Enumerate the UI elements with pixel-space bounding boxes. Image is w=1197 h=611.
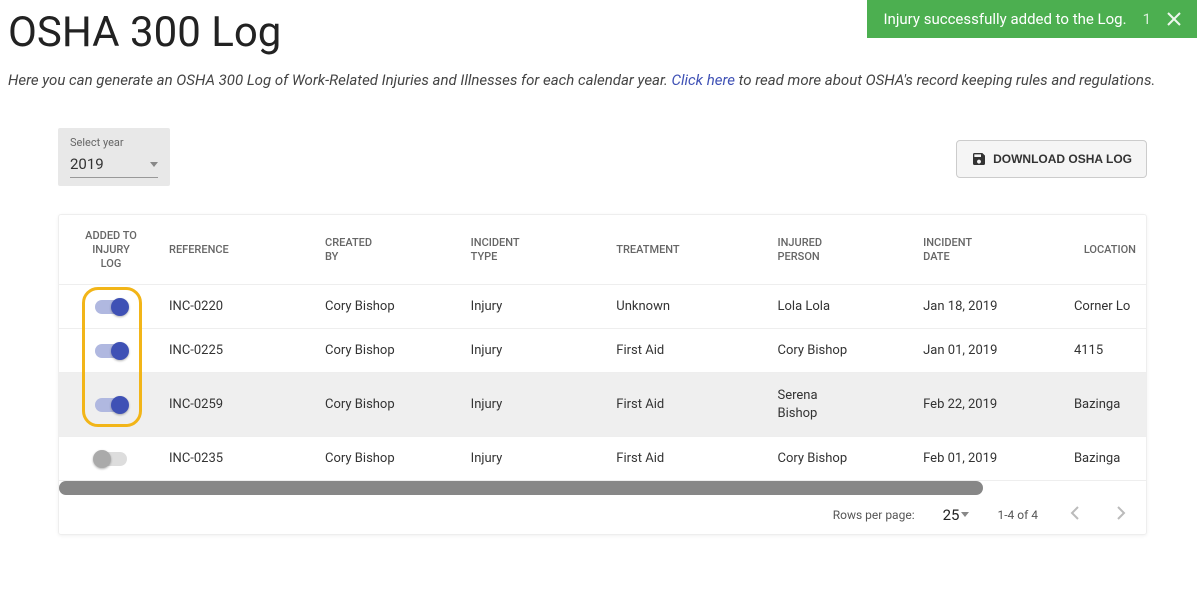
cell-incident_type: Injury — [465, 373, 611, 437]
subtitle-link[interactable]: Click here — [672, 71, 735, 89]
cell-location: 4115 — [1068, 329, 1146, 373]
chevron-down-icon — [150, 162, 158, 167]
cell-incident_type: Injury — [465, 437, 611, 481]
cell-incident_type: Injury — [465, 329, 611, 373]
year-select-value: 2019 — [70, 155, 104, 173]
horizontal-scrollbar[interactable] — [59, 481, 1146, 495]
cell-treatment: First Aid — [610, 437, 771, 481]
cell-incident_type: Injury — [465, 285, 611, 329]
cell-treatment: First Aid — [610, 329, 771, 373]
rows-per-page-label: Rows per page: — [833, 508, 915, 522]
download-button-label: DOWNLOAD OSHA LOG — [993, 152, 1132, 166]
close-icon[interactable] — [1167, 12, 1181, 26]
cell-reference: INC-0259 — [163, 373, 319, 437]
download-osha-log-button[interactable]: DOWNLOAD OSHA LOG — [956, 140, 1147, 178]
col-header-location: LOCATION — [1068, 215, 1146, 285]
cell-injured_person: Cory Bishop — [772, 437, 918, 481]
cell-incident_date: Jan 18, 2019 — [917, 285, 1068, 329]
toast-message: Injury successfully added to the Log. — [883, 10, 1126, 28]
added-to-log-toggle[interactable] — [95, 344, 127, 358]
cell-injured_person: Cory Bishop — [772, 329, 918, 373]
toast-notification: Injury successfully added to the Log. 1 — [867, 0, 1197, 38]
table-row: INC-0225Cory BishopInjuryFirst AidCory B… — [59, 329, 1146, 373]
col-header-injured-person: INJUREDPERSON — [772, 215, 918, 285]
cell-location: Bazinga — [1068, 373, 1146, 437]
col-header-incident-date: INCIDENTDATE — [917, 215, 1068, 285]
cell-location: Bazinga — [1068, 437, 1146, 481]
cell-treatment: First Aid — [610, 373, 771, 437]
scrollbar-thumb[interactable] — [59, 481, 983, 495]
cell-incident_date: Feb 01, 2019 — [917, 437, 1068, 481]
cell-incident_date: Jan 01, 2019 — [917, 329, 1068, 373]
cell-location: Corner Lo — [1068, 285, 1146, 329]
prev-page-button[interactable] — [1066, 505, 1084, 524]
toast-count: 1 — [1143, 10, 1151, 28]
col-header-added: ADDED TOINJURYLOG — [59, 215, 163, 285]
rows-per-page-select[interactable]: 25 — [943, 506, 970, 524]
table-row: INC-0235Cory BishopInjuryFirst AidCory B… — [59, 437, 1146, 481]
osha-log-table: ADDED TOINJURYLOG REFERENCE CREATEDBY IN… — [58, 214, 1147, 535]
pagination-range: 1-4 of 4 — [997, 508, 1038, 522]
cell-created_by: Cory Bishop — [319, 329, 465, 373]
cell-reference: INC-0235 — [163, 437, 319, 481]
added-to-log-toggle[interactable] — [95, 300, 127, 314]
next-page-button[interactable] — [1112, 505, 1130, 524]
cell-incident_date: Feb 22, 2019 — [917, 373, 1068, 437]
chevron-down-icon — [961, 512, 969, 517]
cell-reference: INC-0220 — [163, 285, 319, 329]
cell-created_by: Cory Bishop — [319, 373, 465, 437]
added-to-log-toggle[interactable] — [95, 452, 127, 466]
year-selector[interactable]: Select year 2019 — [58, 128, 170, 186]
page-subtitle: Here you can generate an OSHA 300 Log of… — [8, 67, 1189, 94]
cell-treatment: Unknown — [610, 285, 771, 329]
cell-reference: INC-0225 — [163, 329, 319, 373]
table-row: INC-0259Cory BishopInjuryFirst AidSerena… — [59, 373, 1146, 437]
col-header-treatment: TREATMENT — [610, 215, 771, 285]
col-header-incident-type: INCIDENTTYPE — [465, 215, 611, 285]
subtitle-text-suffix: to read more about OSHA's record keeping… — [735, 71, 1155, 89]
cell-injured_person: SerenaBishop — [772, 373, 918, 437]
subtitle-text-prefix: Here you can generate an OSHA 300 Log of… — [8, 71, 672, 89]
cell-injured_person: Lola Lola — [772, 285, 918, 329]
pagination: Rows per page: 25 1-4 of 4 — [59, 495, 1146, 534]
col-header-reference: REFERENCE — [163, 215, 319, 285]
col-header-created-by: CREATEDBY — [319, 215, 465, 285]
save-icon — [971, 151, 987, 167]
year-select-label: Select year — [70, 136, 158, 149]
added-to-log-toggle[interactable] — [95, 398, 127, 412]
cell-created_by: Cory Bishop — [319, 437, 465, 481]
table-row: INC-0220Cory BishopInjuryUnknownLola Lol… — [59, 285, 1146, 329]
cell-created_by: Cory Bishop — [319, 285, 465, 329]
